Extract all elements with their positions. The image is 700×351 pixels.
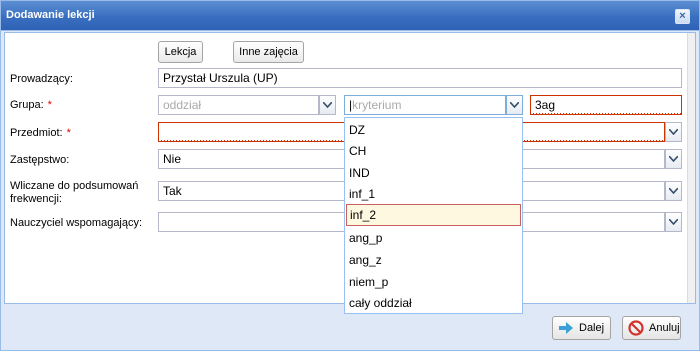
arrow-right-icon (559, 322, 573, 334)
wspomagajacy-trigger[interactable] (665, 212, 682, 232)
close-button[interactable]: × (675, 9, 690, 24)
przedmiot-label: Przedmiot: * (10, 127, 71, 139)
przedmiot-label-text: Przedmiot: (10, 127, 63, 139)
oddzial-trigger[interactable] (319, 95, 336, 115)
dialog-window: Dodawanie lekcji × Lekcja Inne zajęcia P… (0, 0, 700, 351)
prowadzacy-label: Prowadzący: (10, 73, 73, 85)
dropdown-item-ch[interactable]: CH (346, 140, 521, 162)
dropdown-item-niem-p[interactable]: niem_p (346, 271, 521, 293)
oddzial-select[interactable]: oddział (158, 95, 319, 115)
kryterium-select[interactable]: |kryterium (344, 95, 506, 115)
next-button-label: Dalej (579, 322, 605, 334)
frekwencja-trigger[interactable] (665, 181, 682, 201)
cancel-button-label: Anuluj (649, 322, 680, 334)
chevron-down-icon (669, 129, 678, 135)
zastepstwo-label: Zastępstwo: (10, 154, 70, 166)
chevron-down-icon (510, 102, 519, 108)
tab-lekcja[interactable]: Lekcja (158, 41, 203, 63)
kryterium-placeholder: kryterium (352, 98, 402, 112)
kryterium-trigger[interactable] (506, 95, 523, 115)
chevron-down-icon (669, 156, 678, 162)
dropdown-item-caly-oddzial[interactable]: cały oddział (346, 292, 521, 314)
tab-lekcja-label: Lekcja (164, 46, 197, 58)
grupa-required-marker: * (47, 99, 52, 111)
dropdown-item-ind[interactable]: IND (346, 162, 521, 184)
grupa-label: Grupa: * (10, 99, 52, 111)
przedmiot-required-marker: * (66, 127, 71, 139)
chevron-down-icon (669, 188, 678, 194)
przedmiot-trigger[interactable] (665, 122, 682, 142)
dialog-title: Dodawanie lekcji (6, 9, 95, 21)
dropdown-item-ang-z[interactable]: ang_z (346, 249, 521, 271)
tab-inne-zajecia[interactable]: Inne zajęcia (233, 41, 304, 63)
close-icon[interactable]: × (679, 10, 685, 22)
dropdown-item-inf-2[interactable]: inf_2 (346, 204, 521, 226)
wspomagajacy-label: Nauczyciel wspomagający: (10, 217, 143, 229)
grupa-name-field[interactable]: 3ag (530, 95, 682, 115)
dropdown-item-dz[interactable]: DZ (346, 119, 521, 141)
cancel-button[interactable]: Anuluj (622, 316, 681, 340)
grupa-label-text: Grupa: (10, 99, 44, 111)
dropdown-item-ang-p[interactable]: ang_p (346, 227, 521, 249)
frekwencja-label: Wliczane do podsumowań frekwencji: (10, 180, 138, 206)
zastepstwo-trigger[interactable] (665, 149, 682, 169)
frekwencja-label-line1: Wliczane do podsumowań (10, 180, 139, 192)
cancel-icon (628, 320, 644, 336)
dropdown-item-inf-1[interactable]: inf_1 (346, 183, 521, 205)
tab-inne-zajecia-label: Inne zajęcia (239, 46, 298, 58)
chevron-down-icon (669, 219, 678, 225)
kryterium-dropdown-list: DZ CH IND inf_1 inf_2 ang_p ang_z niem_p… (344, 117, 523, 314)
scrollbar[interactable] (687, 33, 695, 303)
title-bar[interactable]: Dodawanie lekcji × (1, 1, 699, 31)
prowadzacy-field[interactable]: Przystał Urszula (UP) (158, 68, 682, 88)
chevron-down-icon (323, 102, 332, 108)
frekwencja-label-line2: frekwencji: (10, 193, 62, 205)
next-button[interactable]: Dalej (552, 316, 611, 340)
